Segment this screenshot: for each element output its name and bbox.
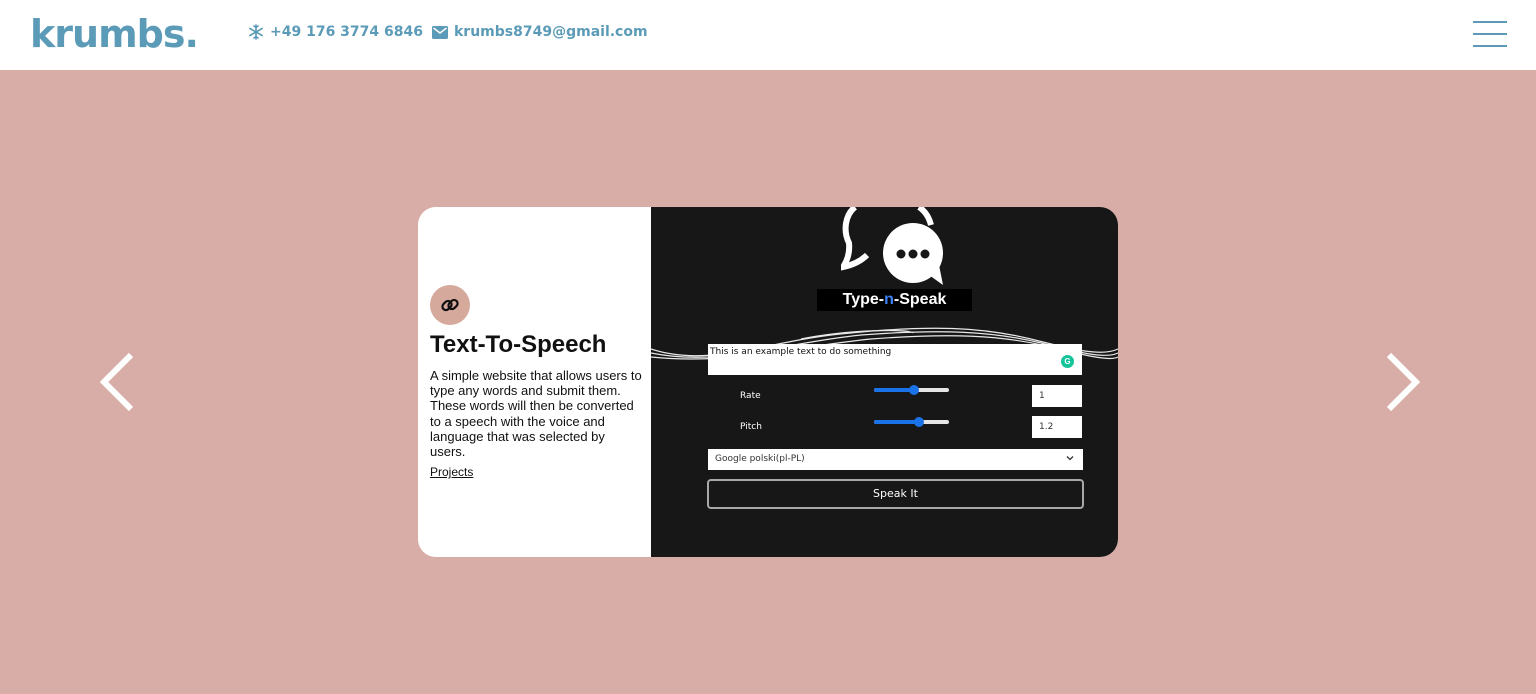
top-bar: krumbs. +49 176 3774 6846 krumbs8749@gma… (0, 0, 1536, 70)
phone-link[interactable]: +49 176 3774 6846 (248, 24, 423, 40)
email-address: krumbs8749@gmail.com (454, 24, 648, 40)
project-screenshot: Type-n-Speak This is an example text to … (651, 207, 1118, 557)
rate-label: Rate (740, 391, 761, 401)
menu-line (1473, 33, 1507, 35)
rate-slider-thumb[interactable] (908, 385, 919, 395)
speak-button[interactable]: Speak It (707, 479, 1084, 509)
voice-select[interactable]: Google polski(pl-PL) (708, 449, 1083, 470)
phone-number: +49 176 3774 6846 (270, 24, 423, 40)
chevron-down-icon (1066, 456, 1074, 461)
email-link[interactable]: krumbs8749@gmail.com (432, 24, 648, 40)
menu-line (1473, 45, 1507, 47)
rate-slider[interactable] (874, 385, 949, 395)
app-name-part: Type- (842, 291, 885, 308)
project-description: A simple website that allows users to ty… (430, 368, 642, 460)
chat-bubbles-icon (841, 207, 943, 285)
rate-slider-fill (874, 388, 914, 392)
grammarly-icon[interactable]: G (1061, 355, 1074, 368)
pitch-slider-fill (874, 420, 919, 424)
chevron-right-icon[interactable] (1382, 350, 1422, 414)
menu-line (1473, 21, 1507, 23)
pitch-slider-thumb[interactable] (914, 417, 924, 427)
pitch-slider[interactable] (874, 417, 949, 427)
app-name-part: -Speak (893, 291, 947, 308)
envelope-icon (432, 24, 448, 40)
snowflake-icon (248, 24, 264, 40)
app-name-accent: n (884, 291, 894, 308)
text-input[interactable]: This is an example text to do something (708, 344, 1082, 375)
link-icon (430, 285, 470, 325)
pitch-input[interactable] (1032, 416, 1082, 438)
hamburger-menu-icon[interactable] (1473, 21, 1507, 48)
app-name: Type-n-Speak (817, 289, 972, 311)
project-card: Text-To-Speech A simple website that all… (418, 207, 1118, 557)
project-info: Text-To-Speech A simple website that all… (418, 207, 651, 557)
projects-link[interactable]: Projects (430, 465, 473, 479)
voice-select-value: Google polski(pl-PL) (715, 454, 805, 464)
project-title: Text-To-Speech (430, 331, 607, 358)
rate-input[interactable] (1032, 385, 1082, 407)
pitch-label: Pitch (740, 422, 762, 432)
chevron-left-icon[interactable] (98, 350, 138, 414)
site-logo[interactable]: krumbs. (30, 12, 199, 56)
